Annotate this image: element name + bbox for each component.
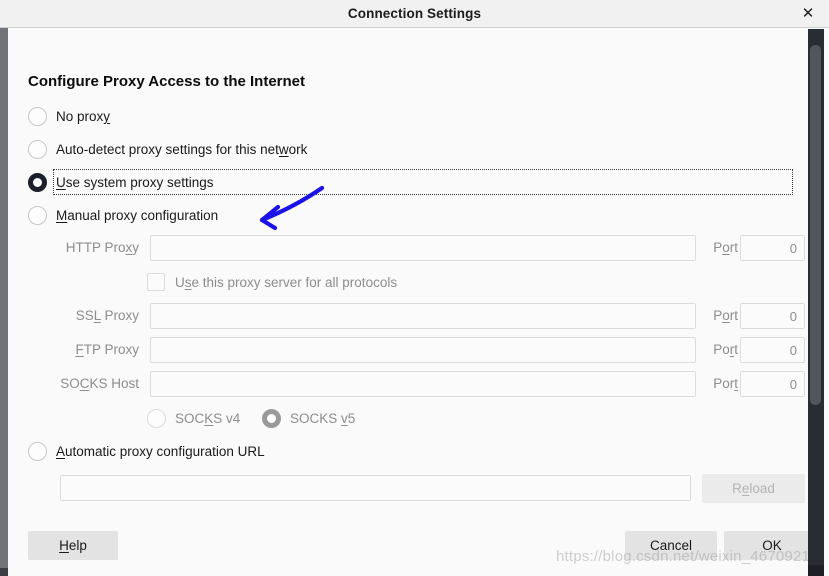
- window-left-border: [0, 28, 8, 576]
- label-accel-key: o: [722, 240, 730, 255]
- radio-auto-detect[interactable]: [28, 140, 47, 159]
- label-http-proxy: HTTP Proxy: [0, 240, 139, 255]
- label-text-pre: HTTP Pro: [65, 240, 126, 255]
- label-accel-key: H: [59, 538, 69, 553]
- radio-no-proxy[interactable]: [28, 107, 47, 126]
- label-text-pre: P: [713, 240, 723, 255]
- label-accel-key: U: [56, 175, 66, 190]
- label-text-post: ork: [288, 142, 308, 157]
- help-button[interactable]: Help: [28, 531, 118, 560]
- cancel-button[interactable]: Cancel: [625, 531, 717, 560]
- label-text-post: TP Proxy: [83, 342, 139, 357]
- input-http-proxy[interactable]: [150, 235, 696, 261]
- radio-label-auto-config-url[interactable]: Automatic proxy configuration URL: [56, 444, 265, 459]
- label-text-post: KS Host: [89, 376, 139, 391]
- label-ftp-port: Port: [694, 342, 738, 357]
- label-text-pre: Po: [713, 342, 730, 357]
- label-text-post: rt: [729, 308, 738, 323]
- reload-button[interactable]: Reload: [702, 474, 805, 503]
- label-text-pre: P: [713, 308, 723, 323]
- label-text-post: S v4: [213, 411, 241, 426]
- label-text-pre: No prox: [56, 109, 104, 124]
- label-text-post: Proxy: [100, 308, 139, 323]
- input-http-port[interactable]: [740, 235, 805, 261]
- title-bar: Connection Settings ✕: [0, 0, 829, 28]
- input-ftp-port[interactable]: [740, 337, 805, 363]
- label-accel-key: y: [103, 109, 111, 124]
- label-text-post: rt: [729, 240, 738, 255]
- label-text-post: 5: [347, 411, 356, 426]
- label-accel-key: L: [93, 308, 101, 323]
- label-text-pre: SOC: [175, 411, 205, 426]
- label-accel-key: A: [56, 444, 66, 459]
- window-right-edge: [824, 29, 829, 576]
- label-ssl-port: Port: [694, 308, 738, 323]
- input-socks-host[interactable]: [150, 371, 696, 397]
- label-accel-key: M: [56, 208, 68, 223]
- vertical-scrollbar-thumb[interactable]: [810, 45, 821, 405]
- input-ftp-proxy[interactable]: [150, 337, 696, 363]
- radio-label-use-system-proxy[interactable]: Use system proxy settings: [56, 175, 214, 190]
- label-ssl-proxy: SSL Proxy: [0, 308, 139, 323]
- label-http-port: Port: [694, 240, 738, 255]
- label-accel-key: v: [341, 411, 348, 426]
- close-icon[interactable]: ✕: [793, 0, 823, 27]
- radio-socks-v4[interactable]: [147, 409, 166, 428]
- checkbox-all-protocols[interactable]: [147, 273, 165, 291]
- input-ssl-port[interactable]: [740, 303, 805, 329]
- connection-settings-dialog: Connection Settings ✕ Configure Proxy Ac…: [0, 0, 829, 576]
- window-corner: [0, 568, 8, 576]
- page-title: Configure Proxy Access to the Internet: [28, 73, 306, 90]
- button-text-post: load: [749, 481, 775, 496]
- radio-manual-proxy[interactable]: [28, 206, 47, 225]
- label-socks-v5: SOCKS v5: [290, 411, 355, 426]
- label-text-post: y: [132, 240, 139, 255]
- label-accel-key: w: [278, 142, 289, 157]
- label-text-pre: SOCKS: [290, 411, 342, 426]
- radio-use-system-proxy[interactable]: [28, 173, 47, 192]
- window-title: Connection Settings: [347, 6, 482, 21]
- button-text-post: elp: [68, 538, 87, 553]
- radio-auto-config-url[interactable]: [28, 442, 47, 461]
- label-text-post: e this proxy server for all protocols: [191, 275, 398, 290]
- ok-button[interactable]: OK: [724, 531, 820, 560]
- label-text-pre: SS: [75, 308, 94, 323]
- label-text-post: anual proxy configuration: [67, 208, 219, 223]
- label-accel-key: t: [734, 376, 738, 391]
- radio-socks-v5[interactable]: [262, 409, 281, 428]
- label-accel-key: F: [75, 342, 84, 357]
- label-text-post: t: [734, 342, 738, 357]
- input-pac-url[interactable]: [60, 475, 691, 501]
- label-text-post: utomatic proxy configuration URL: [65, 444, 265, 459]
- input-ssl-proxy[interactable]: [150, 303, 696, 329]
- button-text-pre: R: [732, 481, 742, 496]
- label-text-pre: Por: [713, 376, 735, 391]
- label-text-post: se system proxy settings: [65, 175, 214, 190]
- label-ftp-proxy: FTP Proxy: [0, 342, 139, 357]
- label-accel-key: o: [722, 308, 730, 323]
- label-accel-key: K: [204, 411, 214, 426]
- label-text-pre: SO: [60, 376, 80, 391]
- label-text-pre: U: [175, 275, 185, 290]
- label-text-pre: Auto-detect proxy settings for this net: [56, 142, 279, 157]
- label-accel-key: s: [184, 275, 192, 290]
- label-socks-port: Port: [694, 376, 738, 391]
- label-socks-v4: SOCKS v4: [175, 411, 240, 426]
- label-socks-host: SOCKS Host: [0, 376, 139, 391]
- radio-label-auto-detect[interactable]: Auto-detect proxy settings for this netw…: [56, 142, 307, 157]
- input-socks-port[interactable]: [740, 371, 805, 397]
- radio-label-manual-proxy[interactable]: Manual proxy configuration: [56, 208, 218, 223]
- label-accel-key: C: [79, 376, 90, 391]
- radio-label-no-proxy[interactable]: No proxy: [56, 109, 110, 124]
- label-all-protocols: Use this proxy server for all protocols: [175, 275, 397, 290]
